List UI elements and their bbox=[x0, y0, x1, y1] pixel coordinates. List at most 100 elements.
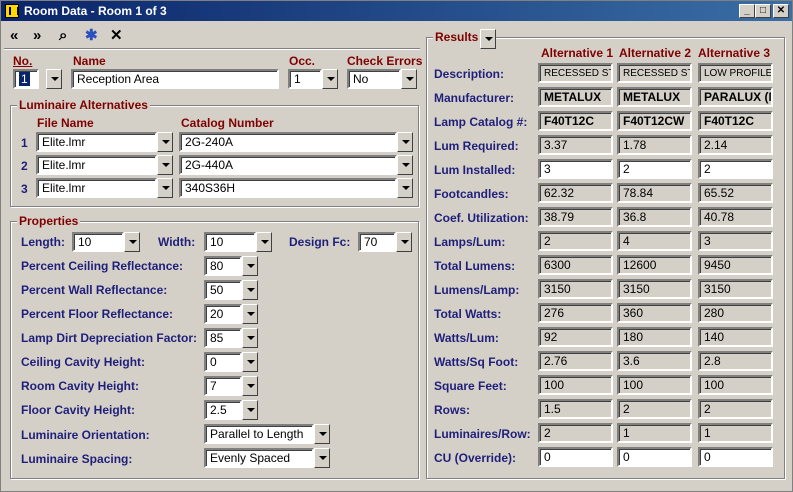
result-label: Lum Required: bbox=[434, 139, 519, 153]
result-value-alt2: 100 bbox=[617, 375, 692, 395]
floor-reflectance-field[interactable]: 20 bbox=[204, 304, 242, 324]
result-label: Lumens/Lamp: bbox=[434, 283, 520, 297]
result-value-alt2: 1.78 bbox=[617, 135, 692, 155]
ceiling-cavity-height-field[interactable]: 0 bbox=[204, 352, 242, 372]
room-cavity-height-field[interactable]: 7 bbox=[204, 376, 242, 396]
delete-room-icon[interactable]: ✕ bbox=[110, 27, 123, 45]
ceiling-reflectance-label: Percent Ceiling Reflectance: bbox=[21, 259, 184, 273]
luminaire-orientation-field[interactable]: Parallel to Length bbox=[204, 424, 314, 444]
result-value-alt3: 3 bbox=[698, 231, 773, 251]
title-bar: Room Data - Room 1 of 3 _ □ ✕ bbox=[1, 1, 792, 21]
room-no-label: No. bbox=[13, 54, 33, 68]
result-label: Luminaires/Row: bbox=[434, 427, 531, 441]
ceiling-reflectance-field[interactable]: 80 bbox=[204, 256, 242, 276]
check-errors-dropdown[interactable] bbox=[401, 69, 417, 89]
room-cavity-height-dropdown[interactable] bbox=[242, 376, 258, 396]
result-value-alt1[interactable]: 3 bbox=[538, 159, 613, 179]
occupancy-dropdown[interactable] bbox=[322, 69, 338, 89]
minimize-button[interactable]: _ bbox=[739, 4, 755, 18]
previous-room-icon[interactable]: « bbox=[10, 27, 18, 45]
ceiling-cavity-height-dropdown[interactable] bbox=[242, 352, 258, 372]
room-name-label: Name bbox=[73, 54, 106, 68]
length-dropdown[interactable] bbox=[124, 232, 140, 252]
properties-title: Properties bbox=[17, 214, 81, 228]
alt2-catalog-dropdown[interactable] bbox=[397, 155, 413, 175]
result-value-alt2[interactable]: 0 bbox=[617, 447, 692, 467]
wall-reflectance-dropdown[interactable] bbox=[242, 280, 258, 300]
result-value-alt1: RECESSED ST bbox=[538, 63, 613, 83]
result-value-alt3: 3150 bbox=[698, 279, 773, 299]
results-dropdown[interactable] bbox=[480, 29, 496, 49]
lamp-dirt-depreciation-dropdown[interactable] bbox=[242, 328, 258, 348]
alt3-catalog-field[interactable]: 340S36H bbox=[179, 178, 397, 198]
alt2-file-dropdown[interactable] bbox=[157, 155, 173, 175]
check-errors-label: Check Errors bbox=[347, 54, 423, 68]
alt3-file-dropdown[interactable] bbox=[157, 178, 173, 198]
alternative-3-header: Alternative 3 bbox=[698, 46, 771, 60]
width-dropdown[interactable] bbox=[256, 232, 272, 252]
design-fc-field[interactable]: 70 bbox=[358, 232, 396, 252]
result-label: Coef. Utilization: bbox=[434, 211, 529, 225]
result-value-alt2: 78.84 bbox=[617, 183, 692, 203]
alt2-catalog-field[interactable]: 2G-440A bbox=[179, 155, 397, 175]
toolbar-separator bbox=[4, 48, 420, 50]
result-value-alt3: 9450 bbox=[698, 255, 773, 275]
result-value-alt2[interactable]: 2 bbox=[617, 159, 692, 179]
floor-cavity-height-dropdown[interactable] bbox=[242, 400, 258, 420]
room-no-dropdown[interactable] bbox=[46, 69, 62, 89]
design-fc-label: Design Fc: bbox=[289, 235, 351, 249]
result-value-alt1: 100 bbox=[538, 375, 613, 395]
result-value-alt3: PARALUX (ME bbox=[698, 87, 773, 107]
result-value-alt1: METALUX bbox=[538, 87, 613, 107]
width-field[interactable]: 10 bbox=[204, 232, 256, 252]
result-value-alt2: 180 bbox=[617, 327, 692, 347]
floor-cavity-height-field[interactable]: 2.5 bbox=[204, 400, 242, 420]
alt1-file-field[interactable]: Elite.lmr bbox=[36, 132, 157, 152]
result-label: Watts/Sq Foot: bbox=[434, 355, 519, 369]
length-field[interactable]: 10 bbox=[72, 232, 124, 252]
wall-reflectance-field[interactable]: 50 bbox=[204, 280, 242, 300]
luminaire-alternatives-title: Luminaire Alternatives bbox=[17, 98, 150, 112]
result-value-alt2: METALUX bbox=[617, 87, 692, 107]
result-value-alt2: 2 bbox=[617, 399, 692, 419]
luminaire-orientation-label: Luminaire Orientation: bbox=[21, 428, 150, 442]
design-fc-dropdown[interactable] bbox=[396, 232, 412, 252]
alt3-file-field[interactable]: Elite.lmr bbox=[36, 178, 157, 198]
window-title: Room Data - Room 1 of 3 bbox=[24, 4, 167, 18]
alt2-file-field[interactable]: Elite.lmr bbox=[36, 155, 157, 175]
lamp-dirt-depreciation-field[interactable]: 85 bbox=[204, 328, 242, 348]
alt3-catalog-dropdown[interactable] bbox=[397, 178, 413, 198]
luminaire-orientation-dropdown[interactable] bbox=[314, 424, 330, 444]
result-value-alt3[interactable]: 2 bbox=[698, 159, 773, 179]
room-no-field[interactable]: 1 bbox=[13, 69, 39, 89]
new-room-icon[interactable]: ✱ bbox=[85, 27, 98, 45]
result-value-alt1: F40T12C bbox=[538, 111, 613, 131]
result-value-alt3: 2.8 bbox=[698, 351, 773, 371]
floor-reflectance-label: Percent Floor Reflectance: bbox=[21, 307, 174, 321]
result-value-alt3[interactable]: 0 bbox=[698, 447, 773, 467]
luminaire-spacing-field[interactable]: Evenly Spaced bbox=[204, 448, 314, 468]
luminaire-spacing-dropdown[interactable] bbox=[314, 448, 330, 468]
result-value-alt1[interactable]: 0 bbox=[538, 447, 613, 467]
room-name-field[interactable]: Reception Area bbox=[71, 69, 279, 89]
alt1-catalog-dropdown[interactable] bbox=[397, 132, 413, 152]
close-button[interactable]: ✕ bbox=[773, 4, 789, 18]
next-room-icon[interactable]: » bbox=[33, 27, 41, 45]
result-value-alt2: 3150 bbox=[617, 279, 692, 299]
occupancy-field[interactable]: 1 bbox=[288, 69, 322, 89]
maximize-button[interactable]: □ bbox=[755, 4, 771, 18]
lamp-dirt-depreciation-label: Lamp Dirt Depreciation Factor: bbox=[21, 331, 198, 345]
result-value-alt1: 2.76 bbox=[538, 351, 613, 371]
floor-reflectance-dropdown[interactable] bbox=[242, 304, 258, 324]
alt-row-number: 1 bbox=[21, 136, 28, 150]
result-value-alt1: 2 bbox=[538, 231, 613, 251]
find-icon[interactable]: ⌕ bbox=[59, 27, 67, 45]
result-value-alt2: F40T12CW bbox=[617, 111, 692, 131]
alt1-file-dropdown[interactable] bbox=[157, 132, 173, 152]
result-value-alt1: 1.5 bbox=[538, 399, 613, 419]
ceiling-reflectance-dropdown[interactable] bbox=[242, 256, 258, 276]
check-errors-field[interactable]: No bbox=[347, 69, 401, 89]
alt-row-number: 2 bbox=[21, 159, 28, 173]
result-value-alt1: 6300 bbox=[538, 255, 613, 275]
alt1-catalog-field[interactable]: 2G-240A bbox=[179, 132, 397, 152]
